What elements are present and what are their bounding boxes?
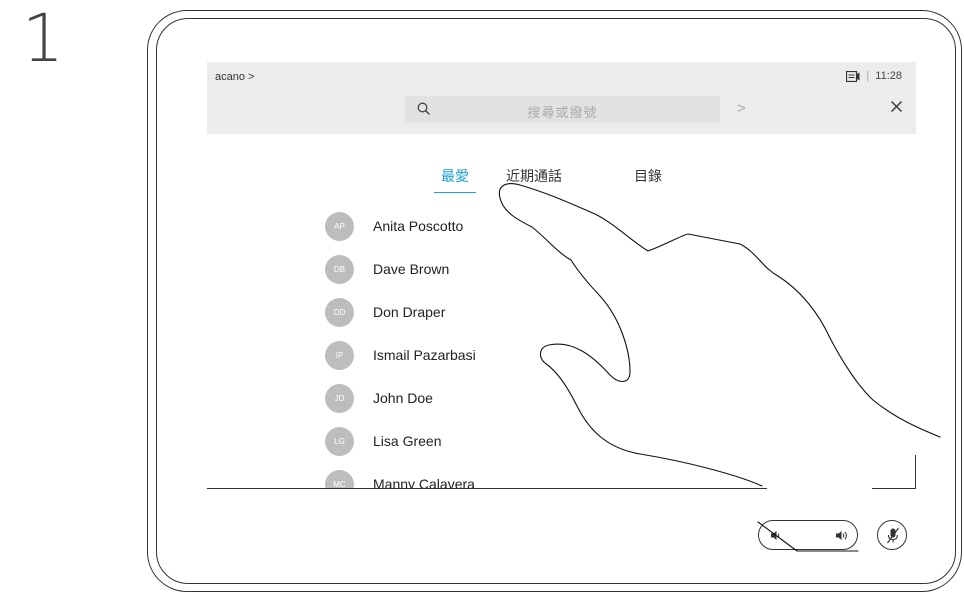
avatar: MC: [325, 469, 354, 488]
touch-screen: acano > | 11:28 搜尋或撥號 > 最愛 近期通話 目錄 AP An…: [207, 62, 916, 488]
contact-name: Dave Brown: [373, 261, 450, 277]
list-item[interactable]: JD John Doe: [325, 383, 625, 413]
camera-icon[interactable]: [846, 70, 860, 82]
search-placeholder: 搜尋或撥號: [527, 105, 598, 120]
contact-name: Ismail Pazarbasi: [373, 347, 476, 363]
contact-name: John Doe: [373, 390, 433, 406]
status-area: | 11:28: [846, 70, 902, 82]
contact-name: Anita Poscotto: [373, 218, 464, 234]
step-number: 1: [22, 0, 64, 77]
breadcrumb[interactable]: acano >: [215, 71, 254, 83]
volume-control[interactable]: [758, 520, 858, 550]
tab-recent-calls[interactable]: 近期通話: [506, 166, 562, 192]
list-item[interactable]: AP Anita Poscotto: [325, 211, 625, 241]
screen-edge-right: [915, 455, 916, 488]
screen-edge-bottom: [207, 488, 767, 489]
list-item[interactable]: LG Lisa Green: [325, 426, 625, 456]
volume-down-icon[interactable]: [769, 529, 783, 542]
go-button[interactable]: >: [737, 100, 746, 117]
list-item[interactable]: MC Manny Calavera: [325, 469, 625, 488]
avatar: DD: [325, 297, 354, 327]
top-bar: acano > | 11:28 搜尋或撥號 >: [207, 62, 916, 134]
avatar: DB: [325, 254, 354, 284]
avatar: JD: [325, 383, 354, 413]
search-input[interactable]: 搜尋或撥號: [405, 96, 720, 123]
list-item[interactable]: DD Don Draper: [325, 297, 625, 327]
status-separator: |: [866, 70, 870, 82]
clock: 11:28: [875, 70, 902, 82]
volume-up-icon[interactable]: [835, 529, 849, 542]
avatar: LG: [325, 426, 354, 456]
list-item[interactable]: DB Dave Brown: [325, 254, 625, 284]
mute-button[interactable]: [877, 520, 907, 550]
avatar: IP: [325, 340, 354, 370]
contact-name: Lisa Green: [373, 433, 442, 449]
tab-favorites[interactable]: 最愛: [434, 166, 476, 193]
list-item[interactable]: IP Ismail Pazarbasi: [325, 340, 625, 370]
contact-name: Don Draper: [373, 304, 446, 320]
contact-name: Manny Calavera: [373, 476, 475, 488]
tab-directory[interactable]: 目錄: [634, 166, 662, 192]
close-icon[interactable]: [890, 100, 903, 113]
microphone-muted-icon: [885, 527, 901, 549]
screen-edge-bottom: [872, 488, 916, 489]
avatar: AP: [325, 211, 354, 241]
tab-bar: 最愛 近期通話 目錄: [207, 166, 916, 193]
